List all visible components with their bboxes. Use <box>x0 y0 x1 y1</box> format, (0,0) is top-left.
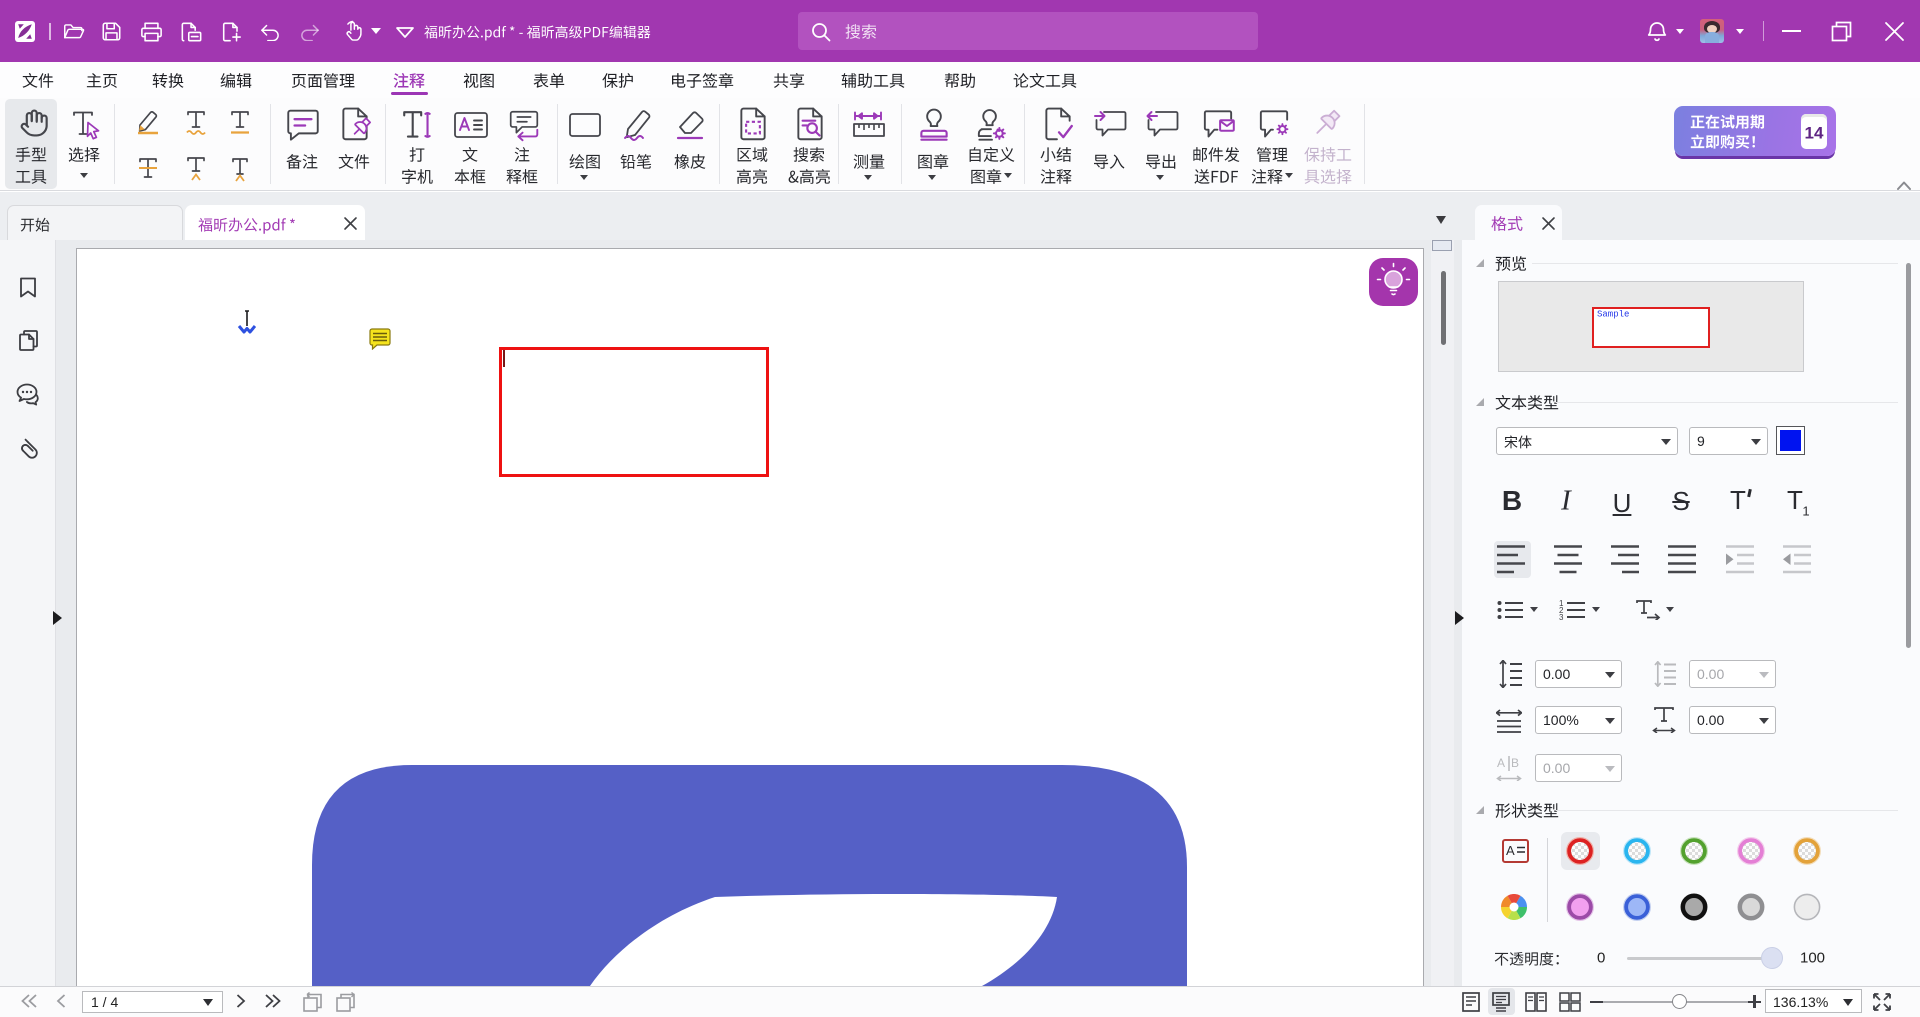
svg-text:B: B <box>1511 756 1519 770</box>
svg-text:A: A <box>1506 843 1515 858</box>
svg-text:3: 3 <box>1559 613 1564 620</box>
svg-text:A: A <box>1497 756 1505 770</box>
